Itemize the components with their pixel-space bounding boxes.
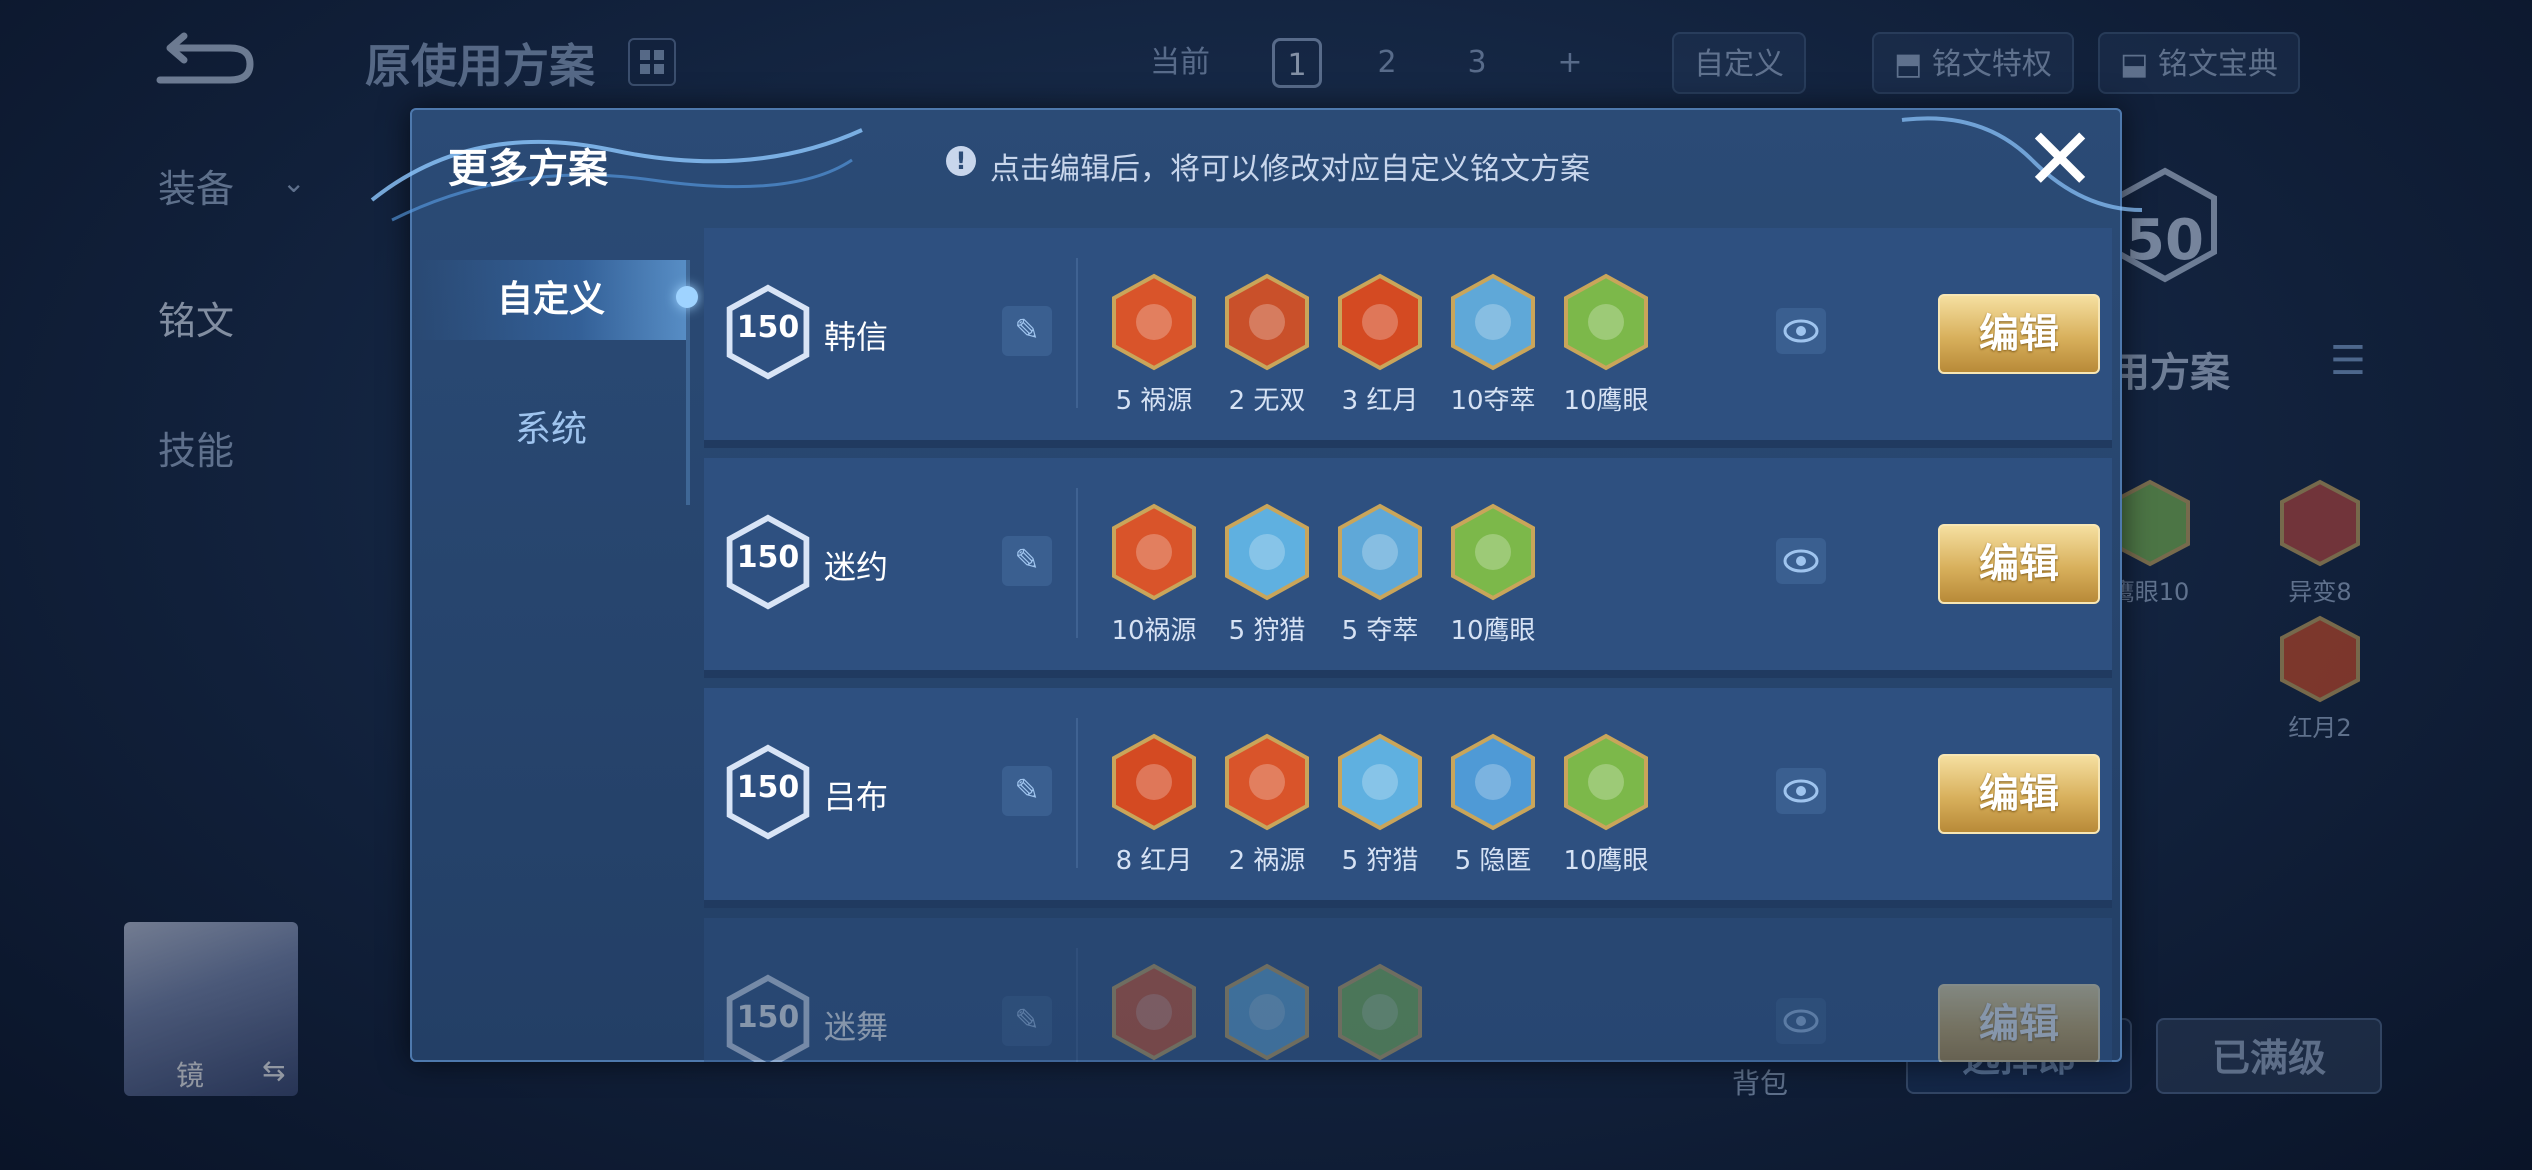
edit-button[interactable]: 编辑 <box>1938 754 2100 834</box>
handbook-icon: ⬓ <box>2120 47 2158 82</box>
swap-icon[interactable]: ⇆ <box>262 1054 285 1087</box>
modal-hint: 点击编辑后，将可以修改对应自定义铭文方案 <box>990 152 1590 187</box>
tab-custom[interactable]: 自定义 <box>412 260 690 340</box>
rune-label: 5 狩猎 <box>1341 846 1419 876</box>
rune-label: 2 无双 <box>1228 386 1306 416</box>
side-menu-runes[interactable]: 铭文 <box>158 290 234 345</box>
add-page-button[interactable]: + <box>1545 38 1595 88</box>
row-divider <box>1076 488 1078 638</box>
side-menu-skills[interactable]: 技能 <box>158 420 234 475</box>
side-menu-equipment[interactable]: 装备 <box>158 158 234 213</box>
edit-button[interactable]: 编辑 <box>1938 524 2100 604</box>
plan-label: 用方案 <box>2110 350 2230 396</box>
duocui-rune-icon <box>1338 503 1422 601</box>
max-level-button: 已满级 <box>2156 1018 2382 1094</box>
rune-label: 10鹰眼 <box>1563 846 1649 876</box>
red-rune-icon <box>1112 963 1196 1061</box>
rune-handbook-button[interactable]: ⬓ 铭文宝典 <box>2098 32 2300 94</box>
pagination-current-label: 当前 <box>1150 45 1210 80</box>
privilege-icon: ⬒ <box>1894 47 1932 82</box>
back-arrow-icon[interactable] <box>150 30 260 90</box>
plan-level: 150 <box>736 1000 800 1035</box>
rename-pen-icon[interactable]: ✎ <box>1002 996 1052 1046</box>
preview-eye-icon[interactable] <box>1776 308 1826 354</box>
page-title: 原使用方案 <box>365 39 595 93</box>
rune-label: 5 祸源 <box>1115 386 1193 416</box>
plan-hero-name: 韩信 <box>824 318 889 356</box>
huoyuan-rune-icon <box>1112 273 1196 371</box>
info-icon: ! <box>946 146 976 176</box>
rune-label: 异变8 <box>2288 578 2352 606</box>
plan-row: 150 迷约 ✎ 10祸源 5 狩猎 5 夺萃 10鹰眼 编辑 <box>704 458 2112 678</box>
plan-level: 150 <box>736 770 800 805</box>
yingyan-rune-icon <box>1451 503 1535 601</box>
rune-label: 5 狩猎 <box>1228 616 1306 646</box>
preview-eye-icon[interactable] <box>1776 998 1826 1044</box>
rename-pen-icon[interactable]: ✎ <box>1002 306 1052 356</box>
rune-label: 10夺萃 <box>1450 386 1536 416</box>
plan-level: 150 <box>736 310 800 345</box>
yinni-rune-icon <box>1451 733 1535 831</box>
blue-rune-icon <box>1225 963 1309 1061</box>
hongyue-rune-icon <box>1338 273 1422 371</box>
rune-label: 5 隐匿 <box>1454 846 1532 876</box>
more-plans-modal: 更多方案 ! 点击编辑后，将可以修改对应自定义铭文方案 ✕ 自定义 系统 150… <box>370 108 2143 1062</box>
row-divider <box>1076 258 1078 408</box>
modal-title: 更多方案 <box>448 146 608 192</box>
yingyan-rune-icon <box>1564 733 1648 831</box>
close-button[interactable]: ✕ <box>2022 117 2098 203</box>
page-2-button[interactable]: 2 <box>1362 38 1412 88</box>
plan-level: 150 <box>736 540 800 575</box>
rune-label: 10鹰眼 <box>1563 386 1649 416</box>
chevron-down-icon: ⌄ <box>282 166 306 199</box>
yibian-rune-icon <box>2280 479 2360 567</box>
nav-active-dot-icon <box>676 286 698 308</box>
grid-icon[interactable] <box>628 38 676 86</box>
rune-privilege-button[interactable]: ⬒ 铭文特权 <box>1872 32 2074 94</box>
plan-list[interactable]: 150 韩信 ✎ 5 祸源 2 无双 3 红月 10夺萃 10鹰眼 编辑 150 迷约 ✎ 10祸源 5 … <box>704 228 2112 1062</box>
rune-label: 3 红月 <box>1341 386 1419 416</box>
duocui-rune-icon <box>1451 273 1535 371</box>
swirl-decoration-icon <box>370 128 863 222</box>
huoyuan-rune-icon <box>1112 503 1196 601</box>
custom-button[interactable]: 自定义 <box>1672 32 1806 94</box>
hongyue-rune-icon <box>1112 733 1196 831</box>
backpack-label[interactable]: 背包 <box>1732 1062 1788 1102</box>
plan-hero-name: 迷舞 <box>824 1008 889 1046</box>
rune-label: 5 夺萃 <box>1341 616 1419 646</box>
menu-lines-icon[interactable]: ☰ <box>2330 338 2366 384</box>
yingyan-rune-icon <box>1564 273 1648 371</box>
rune-label: 10祸源 <box>1111 616 1197 646</box>
row-divider <box>1076 718 1078 868</box>
page-1-button[interactable]: 1 <box>1272 38 1322 88</box>
rune-label: 10鹰眼 <box>1450 616 1536 646</box>
preview-eye-icon[interactable] <box>1776 538 1826 584</box>
edit-button[interactable]: 编辑 <box>1938 294 2100 374</box>
plan-row: 150 吕布 ✎ 8 红月 2 祸源 5 狩猎 5 隐匿 10鹰眼 编辑 <box>704 688 2112 908</box>
hongyue-rune-icon <box>2280 615 2360 703</box>
tab-system[interactable]: 系统 <box>412 390 690 470</box>
preview-eye-icon[interactable] <box>1776 768 1826 814</box>
page-3-button[interactable]: 3 <box>1452 38 1502 88</box>
plan-type-nav: 自定义 系统 <box>412 230 690 1062</box>
huoyuan-rune-icon <box>1225 733 1309 831</box>
green-rune-icon <box>1338 963 1422 1061</box>
rune-privilege-label: 铭文特权 <box>1931 47 2052 82</box>
rename-pen-icon[interactable]: ✎ <box>1002 536 1052 586</box>
wushuang-rune-icon <box>1225 273 1309 371</box>
hero-name-label: 镜 <box>176 1059 205 1092</box>
plan-hero-name: 迷约 <box>824 548 889 586</box>
rune-handbook-label: 铭文宝典 <box>2157 47 2278 82</box>
rune-label: 8 红月 <box>1115 846 1193 876</box>
plan-row: 150 迷舞 ✎ 编辑 <box>704 918 2112 1062</box>
rune-label: 红月2 <box>2288 714 2352 742</box>
rune-label: 2 祸源 <box>1228 846 1306 876</box>
shoulie-rune-icon <box>1338 733 1422 831</box>
plan-row: 150 韩信 ✎ 5 祸源 2 无双 3 红月 10夺萃 10鹰眼 编辑 <box>704 228 2112 448</box>
rename-pen-icon[interactable]: ✎ <box>1002 766 1052 816</box>
row-divider <box>1076 948 1078 1062</box>
plan-hero-name: 吕布 <box>824 778 889 816</box>
shoulie-rune-icon <box>1225 503 1309 601</box>
edit-button[interactable]: 编辑 <box>1938 984 2100 1062</box>
